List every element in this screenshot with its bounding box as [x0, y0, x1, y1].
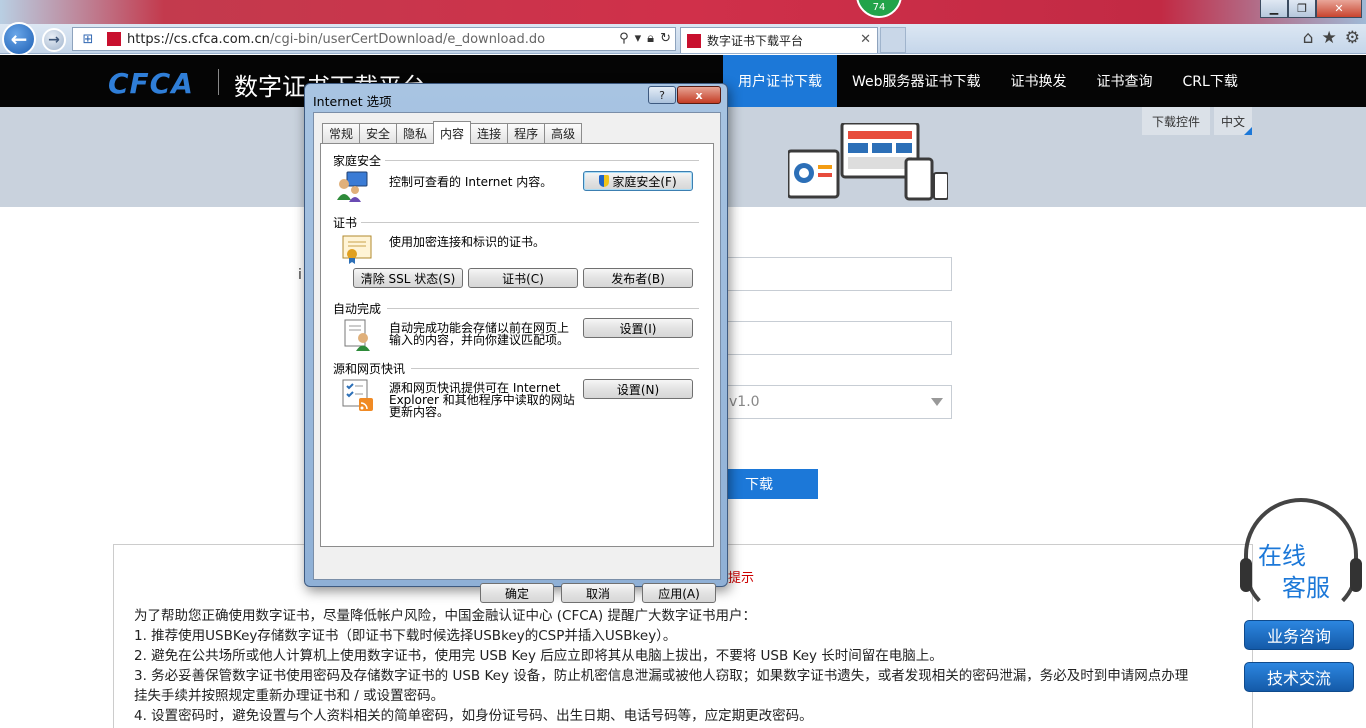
minimize-button[interactable]: ▁ — [1260, 0, 1288, 18]
online-service-widget[interactable]: 在线 客服 — [1240, 496, 1362, 622]
maximize-button[interactable]: ❐ — [1288, 0, 1316, 18]
headset-ear-icon — [1350, 558, 1362, 592]
family-safety-icon — [337, 171, 368, 202]
certificate-icon — [342, 235, 372, 264]
browser-navbar: ← → ⊞ https://cs.cfca.com.cn/cgi-bin/use… — [0, 22, 1366, 56]
favorites-star-icon[interactable]: ★ — [1322, 28, 1337, 48]
tech-exchange-button[interactable]: 技术交流 — [1244, 662, 1354, 692]
notice-line: 1. 推荐使用USBKey存储数字证书（即证书下载时候选择USBkey的CSP并… — [134, 628, 677, 644]
refresh-icon[interactable]: ↻ — [660, 31, 671, 46]
tab-title: 数字证书下载平台 — [707, 34, 804, 48]
dialog-body: 常规 安全 隐私 内容 连接 程序 高级 家庭安全 控制可查看的 Interne… — [313, 112, 721, 603]
notice-line: 2. 避免在公共场所或他人计算机上使用数字证书，使用完 USB Key 后应立即… — [134, 648, 943, 664]
tab-connections[interactable]: 连接 — [470, 123, 509, 143]
forward-button[interactable]: → — [42, 28, 66, 52]
menu-cert-renewal[interactable]: 证书换发 — [996, 55, 1082, 107]
notice-line: 3. 务必妥善保管数字证书使用密码及存储数字证书的 USB Key 设备，防止机… — [134, 668, 1189, 684]
home-icon[interactable]: ⌂ — [1303, 28, 1314, 48]
address-bar[interactable]: ⊞ https://cs.cfca.com.cn/cgi-bin/userCer… — [72, 27, 676, 51]
family-safety-button[interactable]: 家庭安全(F) — [583, 171, 693, 191]
group-divider — [381, 160, 699, 161]
address-bar-actions: ⚲ ▾ 🔒︎ ↻ — [619, 31, 671, 46]
notice-line: 为了帮助您正确使用数字证书，尽量降低帐户风险，中国金融认证中心 (CFCA) 提… — [134, 608, 756, 624]
notice-line: 4. 设置密码时，避免设置与个人资料相关的简单密码，如身份证号码、出生日期、电话… — [134, 708, 813, 724]
feeds-icon — [342, 379, 373, 411]
service-label-2: 客服 — [1282, 574, 1330, 602]
tab-security[interactable]: 安全 — [359, 123, 398, 143]
lock-icon[interactable]: 🔒︎ — [647, 31, 654, 46]
feeds-heading: 源和网页快讯 — [333, 360, 410, 377]
family-safety-description: 控制可查看的 Internet 内容。 — [389, 175, 553, 189]
menu-crl-download[interactable]: CRL下载 — [1168, 55, 1253, 107]
address-url[interactable]: https://cs.cfca.com.cn/cgi-bin/userCertD… — [127, 32, 545, 47]
download-control-link[interactable]: 下载控件 — [1142, 107, 1210, 135]
dropdown-icon[interactable]: ▾ — [635, 31, 642, 46]
main-menu: 用户证书下载 Web服务器证书下载 证书换发 证书查询 CRL下载 — [723, 55, 1253, 107]
menu-user-cert-download[interactable]: 用户证书下载 — [723, 55, 837, 107]
select-value: v1.0 — [729, 394, 760, 410]
dialog-tabs: 常规 安全 隐私 内容 连接 程序 高级 — [322, 121, 583, 144]
service-label-1: 在线 — [1258, 542, 1306, 570]
language-switch[interactable]: 中文 — [1214, 107, 1252, 135]
tab-advanced[interactable]: 高级 — [544, 123, 583, 143]
dialog-help-button[interactable]: ? — [648, 86, 676, 104]
publishers-button[interactable]: 发布者(B) — [583, 268, 693, 288]
tab-privacy[interactable]: 隐私 — [396, 123, 435, 143]
internet-options-dialog: Internet 选项 ? x 常规 安全 隐私 内容 连接 程序 高级 家庭安… — [304, 83, 728, 603]
certificates-button[interactable]: 证书(C) — [468, 268, 578, 288]
ok-button[interactable]: 确定 — [480, 583, 554, 603]
menu-web-server-cert-download[interactable]: Web服务器证书下载 — [837, 55, 996, 107]
tab-content[interactable]: 内容 — [433, 121, 472, 144]
business-consult-button[interactable]: 业务咨询 — [1244, 620, 1354, 650]
chevron-down-icon — [931, 398, 943, 406]
csp-version-select[interactable]: v1.0 — [718, 385, 952, 419]
form-input-1[interactable] — [718, 257, 952, 291]
notice-title: 提示 — [728, 571, 755, 586]
window-titlebar: ▁ ❐ ✕ — [0, 0, 1366, 24]
uac-shield-icon — [599, 175, 610, 187]
certificates-description: 使用加密连接和标识的证书。 — [389, 235, 546, 249]
group-divider — [357, 222, 699, 223]
headset-ear-icon — [1240, 558, 1252, 592]
tab-general[interactable]: 常规 — [322, 123, 361, 143]
autocomplete-heading: 自动完成 — [333, 300, 386, 317]
autocomplete-description-2: 输入的内容，并向你建议匹配项。 — [389, 333, 570, 347]
tab-favicon-icon — [687, 33, 701, 48]
notice-text: 为了帮助您正确使用数字证书，尽量降低帐户风险，中国金融认证中心 (CFCA) 提… — [134, 606, 1234, 726]
family-safety-heading: 家庭安全 — [333, 152, 386, 169]
clear-ssl-state-button[interactable]: 清除 SSL 状态(S) — [353, 268, 463, 288]
search-icon[interactable]: ⚲ — [619, 31, 629, 46]
site-favicon-icon — [107, 32, 121, 46]
group-divider — [387, 308, 699, 309]
logo-divider — [218, 69, 219, 95]
tab-programs[interactable]: 程序 — [507, 123, 546, 143]
notice-line: 挂失手续并按照规定重新办理证书和 / 或设置密码。 — [134, 688, 445, 704]
certificates-heading: 证书 — [333, 214, 362, 231]
cfca-logo[interactable]: CFCA — [108, 67, 194, 100]
cancel-button[interactable]: 取消 — [561, 583, 635, 603]
compat-view-icon[interactable]: ⊞ — [73, 32, 103, 47]
group-divider — [411, 368, 699, 369]
content-tab-panel: 家庭安全 控制可查看的 Internet 内容。 家庭安全(F) 证书 使用加密… — [320, 143, 714, 547]
autocomplete-settings-button[interactable]: 设置(I) — [583, 318, 693, 338]
dialog-close-button[interactable]: x — [677, 86, 721, 104]
back-button[interactable]: ← — [2, 22, 36, 56]
dialog-title: Internet 选项 — [313, 94, 392, 109]
autocomplete-icon — [344, 319, 370, 351]
devices-illustration-icon — [788, 123, 948, 201]
form-input-2[interactable] — [718, 321, 952, 355]
new-tab-button[interactable] — [880, 27, 906, 53]
menu-cert-query[interactable]: 证书查询 — [1082, 55, 1168, 107]
apply-button[interactable]: 应用(A) — [642, 583, 716, 603]
feeds-settings-button[interactable]: 设置(N) — [583, 379, 693, 399]
form-label-fragment: i — [298, 267, 302, 283]
browser-tools: ⌂ ★ ⚙ — [1303, 28, 1360, 48]
gear-icon[interactable]: ⚙ — [1345, 28, 1360, 48]
browser-tab[interactable]: 数字证书下载平台 ✕ — [680, 27, 878, 53]
tab-close-icon[interactable]: ✕ — [860, 32, 871, 47]
feeds-description-3: 更新内容。 — [389, 405, 450, 419]
window-controls: ▁ ❐ ✕ — [1260, 0, 1362, 18]
window-close-button[interactable]: ✕ — [1316, 0, 1362, 18]
